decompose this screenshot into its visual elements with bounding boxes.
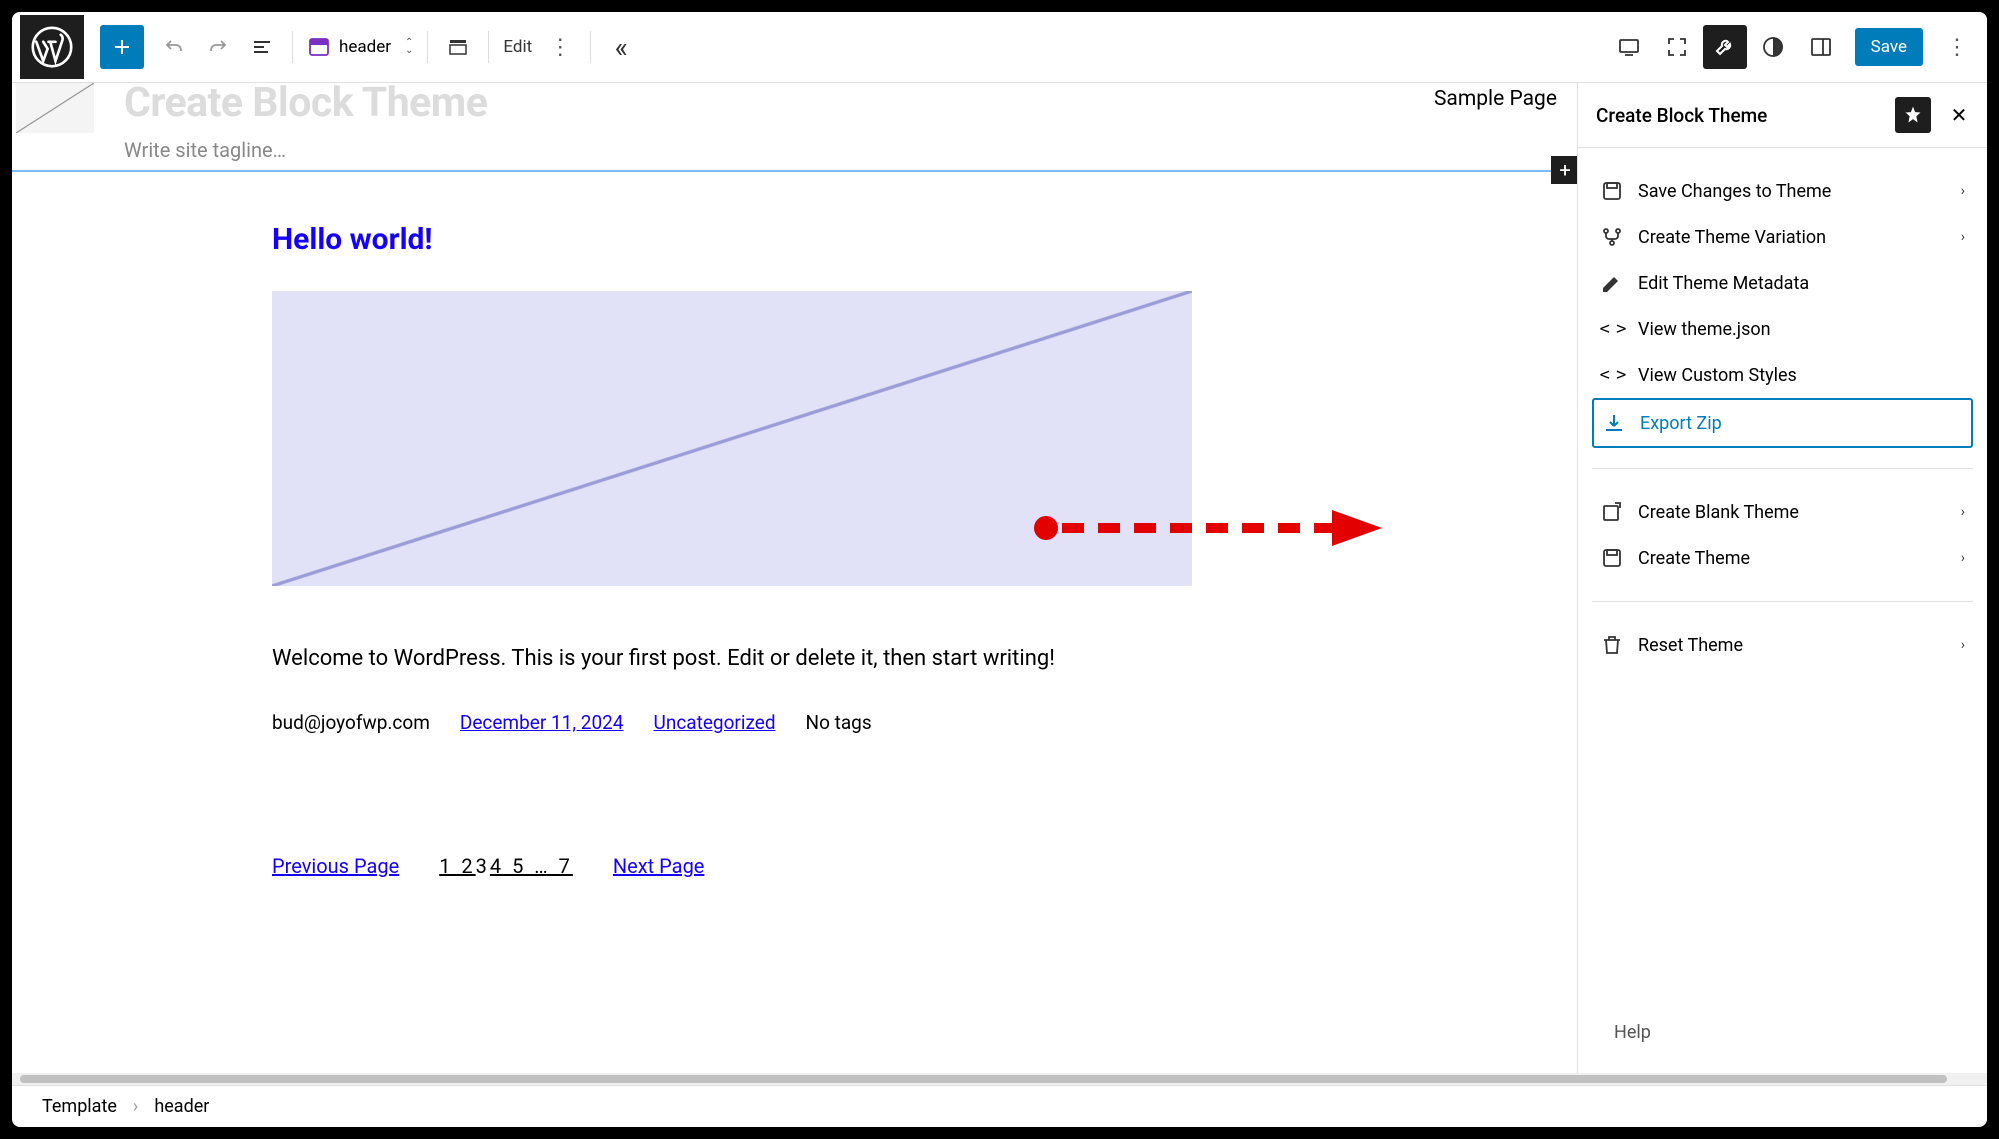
undo-button[interactable] bbox=[152, 25, 196, 69]
panel-title: Create Block Theme bbox=[1596, 104, 1885, 127]
chevron-right-icon: › bbox=[133, 1096, 138, 1117]
blank-theme-icon bbox=[1600, 500, 1624, 524]
site-tagline-placeholder[interactable]: Write site tagline… bbox=[124, 138, 1434, 162]
save-button[interactable]: Save bbox=[1855, 28, 1923, 66]
create-block-theme-panel: Create Block Theme ✕ Save Changes to The… bbox=[1577, 83, 1987, 1073]
post-date-link[interactable]: December 11, 2024 bbox=[460, 711, 624, 734]
post-title[interactable]: Hello world! bbox=[272, 222, 1317, 257]
add-block-inline-button[interactable]: + bbox=[1551, 156, 1577, 184]
chevron-right-icon: › bbox=[1961, 550, 1965, 566]
nav-link-sample-page[interactable]: Sample Page bbox=[1434, 83, 1557, 111]
code-icon: < > bbox=[1600, 317, 1624, 341]
save-theme-icon bbox=[1600, 179, 1624, 203]
wordpress-logo[interactable] bbox=[20, 15, 84, 79]
chevron-right-icon: › bbox=[1961, 183, 1965, 199]
breadcrumb: Template › header bbox=[12, 1085, 1987, 1127]
next-page-link[interactable]: Next Page bbox=[613, 854, 705, 878]
chevron-right-icon: › bbox=[1961, 637, 1965, 653]
horizontal-scrollbar[interactable] bbox=[12, 1073, 1987, 1085]
chevron-up-down-icon: ⌃⌄ bbox=[405, 39, 413, 55]
device-preview-button[interactable] bbox=[1607, 25, 1651, 69]
edit-metadata-item[interactable]: Edit Theme Metadata bbox=[1592, 260, 1973, 306]
styles-button[interactable] bbox=[1751, 25, 1795, 69]
help-item[interactable]: Help bbox=[1592, 1012, 1973, 1053]
post-body[interactable]: Welcome to WordPress. This is your first… bbox=[272, 646, 1317, 671]
reset-theme-item[interactable]: Reset Theme › bbox=[1592, 622, 1973, 668]
template-label: header bbox=[339, 37, 391, 57]
header-template-part[interactable]: Create Block Theme Write site tagline… S… bbox=[12, 83, 1577, 172]
download-icon bbox=[1602, 411, 1626, 435]
featured-image-placeholder[interactable] bbox=[272, 291, 1192, 586]
edit-mode-label[interactable]: Edit bbox=[503, 37, 532, 57]
align-button[interactable] bbox=[436, 25, 480, 69]
variation-icon bbox=[1600, 225, 1624, 249]
post-tags: No tags bbox=[806, 711, 872, 734]
create-theme-item[interactable]: Create Theme › bbox=[1592, 535, 1973, 581]
close-panel-button[interactable]: ✕ bbox=[1941, 97, 1977, 133]
pagination: Previous Page 1 234 5 … 7 Next Page bbox=[272, 854, 1317, 878]
template-selector[interactable]: header ⌃⌄ bbox=[307, 35, 413, 59]
save-changes-item[interactable]: Save Changes to Theme › bbox=[1592, 168, 1973, 214]
view-custom-styles-item[interactable]: < > View Custom Styles bbox=[1592, 352, 1973, 398]
page-numbers[interactable]: 1 234 5 … 7 bbox=[439, 854, 573, 878]
add-block-button[interactable] bbox=[100, 25, 144, 69]
trash-icon bbox=[1600, 633, 1624, 657]
breadcrumb-root[interactable]: Template bbox=[42, 1096, 117, 1117]
code-icon: < > bbox=[1600, 363, 1624, 387]
breadcrumb-current[interactable]: header bbox=[154, 1096, 209, 1117]
create-blank-theme-item[interactable]: Create Blank Theme › bbox=[1592, 489, 1973, 535]
site-logo-placeholder[interactable] bbox=[16, 83, 94, 133]
chevron-right-icon: › bbox=[1961, 229, 1965, 245]
redo-button[interactable] bbox=[196, 25, 240, 69]
pencil-icon bbox=[1600, 271, 1624, 295]
fullscreen-button[interactable] bbox=[1655, 25, 1699, 69]
settings-panel-button[interactable] bbox=[1799, 25, 1843, 69]
post-author: bud@joyofwp.com bbox=[272, 711, 430, 734]
tools-button[interactable] bbox=[1703, 25, 1747, 69]
export-zip-item[interactable]: Export Zip bbox=[1592, 398, 1973, 448]
edit-options-button[interactable] bbox=[538, 25, 582, 69]
create-variation-item[interactable]: Create Theme Variation › bbox=[1592, 214, 1973, 260]
star-icon[interactable] bbox=[1895, 97, 1931, 133]
header-part-icon bbox=[307, 35, 331, 59]
more-options-button[interactable] bbox=[1935, 25, 1979, 69]
post-meta: bud@joyofwp.com December 11, 2024 Uncate… bbox=[272, 711, 1317, 734]
view-theme-json-item[interactable]: < > View theme.json bbox=[1592, 306, 1973, 352]
site-title[interactable]: Create Block Theme bbox=[124, 83, 1434, 124]
top-toolbar: header ⌃⌄ Edit bbox=[12, 12, 1987, 83]
collapse-toolbar-button[interactable] bbox=[599, 25, 643, 69]
editor-canvas: Create Block Theme Write site tagline… S… bbox=[12, 83, 1577, 1073]
post-content: Hello world! Welcome to WordPress. This … bbox=[12, 172, 1577, 928]
list-view-button[interactable] bbox=[240, 25, 284, 69]
save-theme-icon bbox=[1600, 546, 1624, 570]
post-category-link[interactable]: Uncategorized bbox=[654, 711, 776, 734]
chevron-right-icon: › bbox=[1961, 504, 1965, 520]
prev-page-link[interactable]: Previous Page bbox=[272, 854, 399, 878]
